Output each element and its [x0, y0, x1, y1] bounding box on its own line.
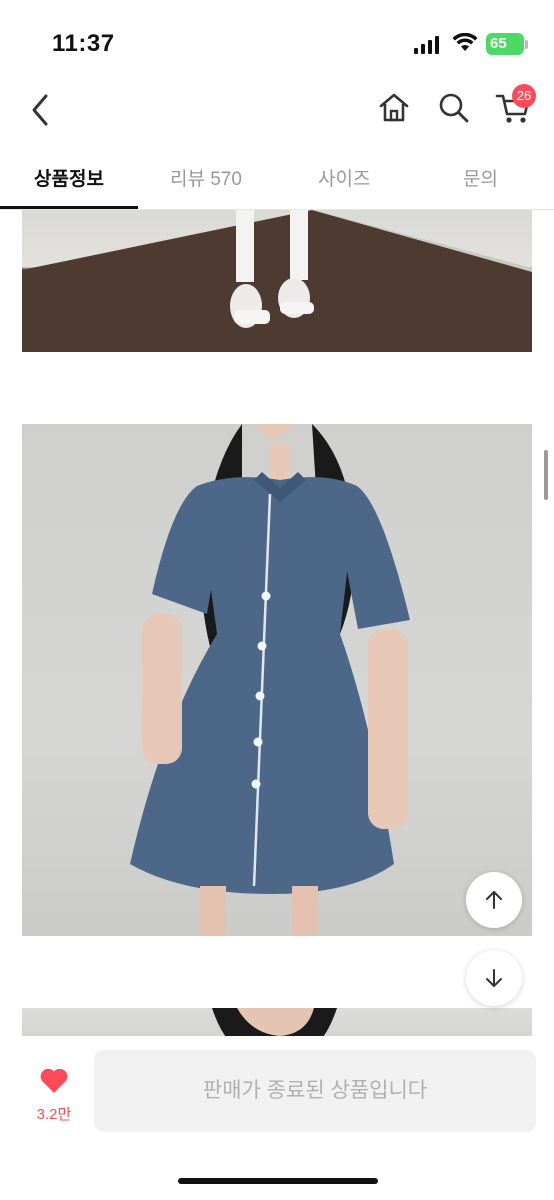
battery-level: 65: [490, 35, 507, 52]
scrollbar[interactable]: [544, 450, 548, 500]
scroll-bottom-button[interactable]: [466, 950, 522, 1006]
cart-count-badge: 26: [512, 84, 536, 108]
like-button[interactable]: 3.2만: [24, 1066, 84, 1124]
home-icon[interactable]: [376, 90, 412, 126]
bottom-action-bar: 3.2만 판매가 종료된 상품입니다: [0, 1036, 554, 1200]
heart-icon: [40, 1068, 68, 1093]
arrow-up-icon: [486, 891, 502, 909]
scroll-top-button[interactable]: [466, 872, 522, 928]
battery-icon: 65: [486, 33, 524, 55]
product-photo-denim-dress: [22, 424, 532, 936]
home-indicator: [178, 1178, 378, 1184]
battery-tip: [525, 40, 528, 49]
status-time: 11:37: [52, 30, 115, 57]
product-photo-legs: [22, 210, 532, 352]
tab-size[interactable]: 사이즈: [318, 164, 370, 191]
tab-inquiry[interactable]: 문의: [463, 164, 498, 191]
wifi-icon: [452, 33, 478, 51]
active-tab-indicator: [0, 206, 138, 209]
arrow-down-icon: [486, 969, 502, 987]
search-icon[interactable]: [436, 90, 472, 126]
status-bar: 11:37 65: [0, 0, 554, 80]
signal-icon: [414, 36, 439, 54]
product-tabs: 상품정보 리뷰 570 사이즈 문의: [0, 148, 554, 210]
back-arrow-icon[interactable]: [26, 90, 56, 130]
tab-reviews[interactable]: 리뷰 570: [170, 164, 242, 191]
top-nav: [0, 80, 554, 140]
like-count: 3.2만: [36, 1106, 72, 1123]
tab-product-info[interactable]: 상품정보: [34, 164, 104, 191]
sold-out-button[interactable]: 판매가 종료된 상품입니다: [94, 1050, 536, 1132]
